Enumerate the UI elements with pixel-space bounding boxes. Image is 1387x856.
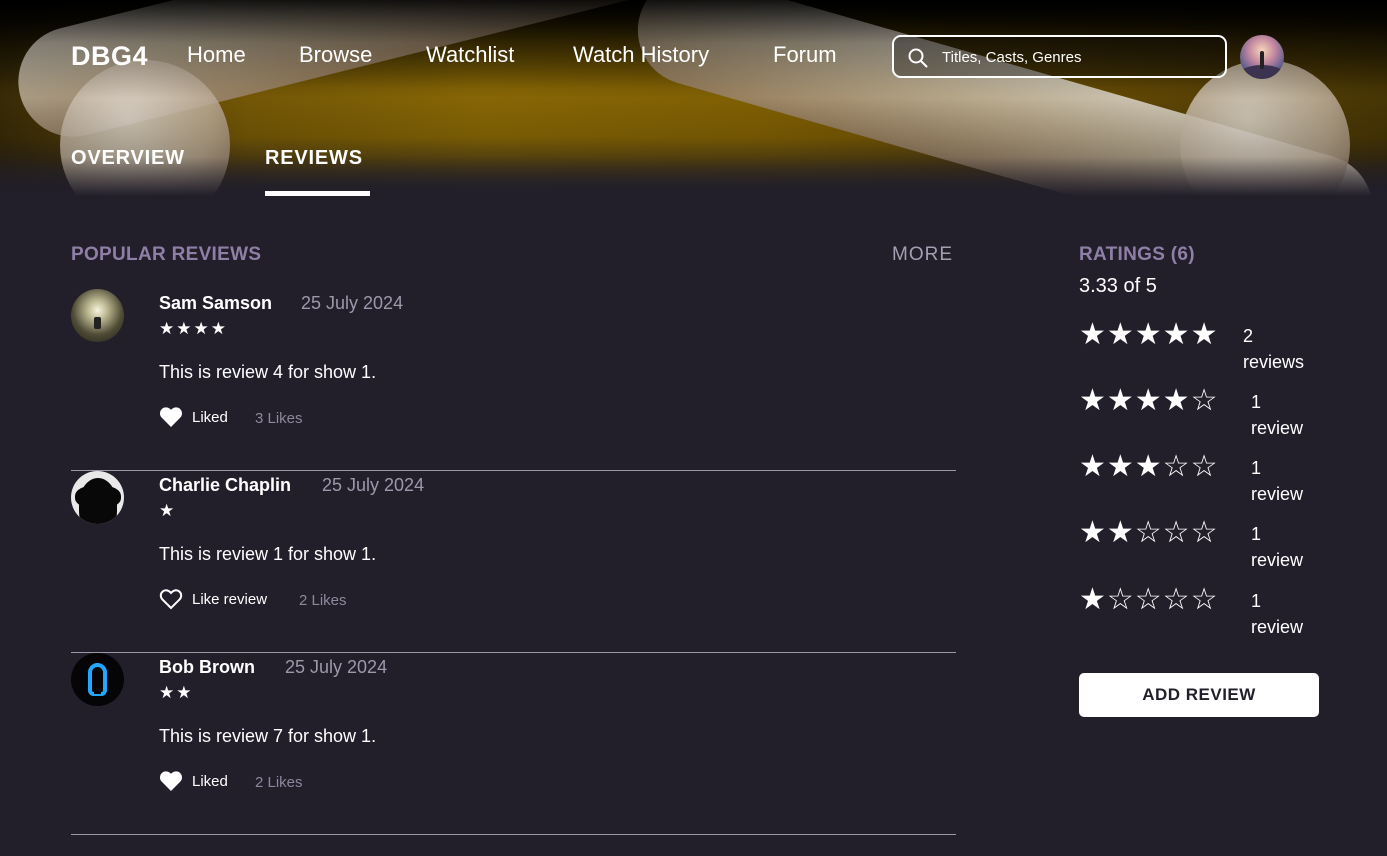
reviewer-name[interactable]: Sam Samson [159,293,272,314]
avatar-figure [1260,51,1264,69]
likes-count: 2 Likes [255,774,303,791]
heart-outline-icon [159,589,183,610]
rating-stars: ★★★★★ [1079,318,1219,351]
tab-overview[interactable]: OVERVIEW [71,147,185,170]
rating-count-unit: review [1251,550,1304,570]
review-item: Sam Samson 25 July 2024 ★★★★ This is rev… [71,289,956,471]
nav-watchlist[interactable]: Watchlist [426,42,514,68]
rating-count: 1 review [1251,521,1303,573]
review-text: This is review 4 for show 1. [159,362,377,382]
like-label: Liked [192,772,228,790]
search-box[interactable] [892,35,1227,78]
rating-count-unit: review [1251,418,1304,438]
rating-count: 2 reviews [1243,323,1304,375]
rating-count: 1 review [1251,455,1303,507]
rating-count-number: 2 [1243,326,1254,346]
review-stars: ★ [159,501,177,520]
more-reviews-link[interactable]: MORE [892,244,953,266]
review-stars: ★★ [159,683,194,702]
review-stars: ★★★★ [159,319,228,338]
reviewer-name[interactable]: Bob Brown [159,657,255,678]
top-navigation: DBG4 Home Browse Watchlist Watch History… [0,0,1387,110]
like-button[interactable]: Liked [159,404,228,430]
review-item: Bob Brown 25 July 2024 ★★ This is review… [71,653,956,835]
like-button[interactable]: Liked [159,768,228,794]
rating-count: 1 review [1251,588,1303,640]
heart-filled-icon [159,407,183,427]
nav-browse[interactable]: Browse [299,42,372,68]
reviewer-avatar[interactable] [71,289,124,342]
rating-count-number: 1 [1251,392,1262,412]
search-input[interactable] [942,45,1212,69]
review-date: 25 July 2024 [285,657,388,677]
reviewer-name[interactable]: Charlie Chaplin [159,475,291,496]
rating-stars: ★★★☆☆ [1079,450,1219,483]
rating-stars: ★★★★☆ [1079,384,1219,417]
rating-count-unit: reviews [1243,352,1305,372]
review-text: This is review 1 for show 1. [159,544,377,564]
active-tab-indicator [265,191,370,196]
review-item: Charlie Chaplin 25 July 2024 ★ This is r… [71,471,956,653]
average-rating: 3.33 of 5 [1079,275,1157,297]
review-date: 25 July 2024 [301,293,404,313]
like-label: Like review [192,590,268,608]
tab-reviews[interactable]: REVIEWS [265,147,363,170]
review-text: This is review 7 for show 1. [159,726,377,746]
heart-filled-icon [159,771,183,791]
review-date: 25 July 2024 [322,475,425,495]
rating-count-number: 1 [1251,591,1262,611]
reviewer-avatar[interactable] [71,471,124,524]
rating-stars: ★☆☆☆☆ [1079,583,1219,616]
nav-watch-history[interactable]: Watch History [573,42,709,68]
rating-stars: ★★☆☆☆ [1079,516,1219,549]
user-avatar[interactable] [1240,35,1284,79]
rating-count-unit: review [1251,617,1304,637]
popular-reviews-title: POPULAR REVIEWS [71,244,262,265]
nav-forum[interactable]: Forum [773,42,837,68]
reviewer-avatar[interactable] [71,653,124,706]
site-logo[interactable]: DBG4 [71,41,148,72]
like-label: Liked [192,408,228,426]
rating-count: 1 review [1251,389,1303,441]
like-button[interactable]: Like review [159,586,267,612]
nav-home[interactable]: Home [187,42,246,68]
search-icon [908,48,928,68]
ratings-title: RATINGS (6) [1079,244,1195,265]
likes-count: 3 Likes [255,410,303,427]
add-review-button[interactable]: ADD REVIEW [1079,673,1319,717]
rating-count-number: 1 [1251,524,1262,544]
likes-count: 2 Likes [299,592,347,609]
rating-count-unit: review [1251,484,1304,504]
rating-count-number: 1 [1251,458,1262,478]
